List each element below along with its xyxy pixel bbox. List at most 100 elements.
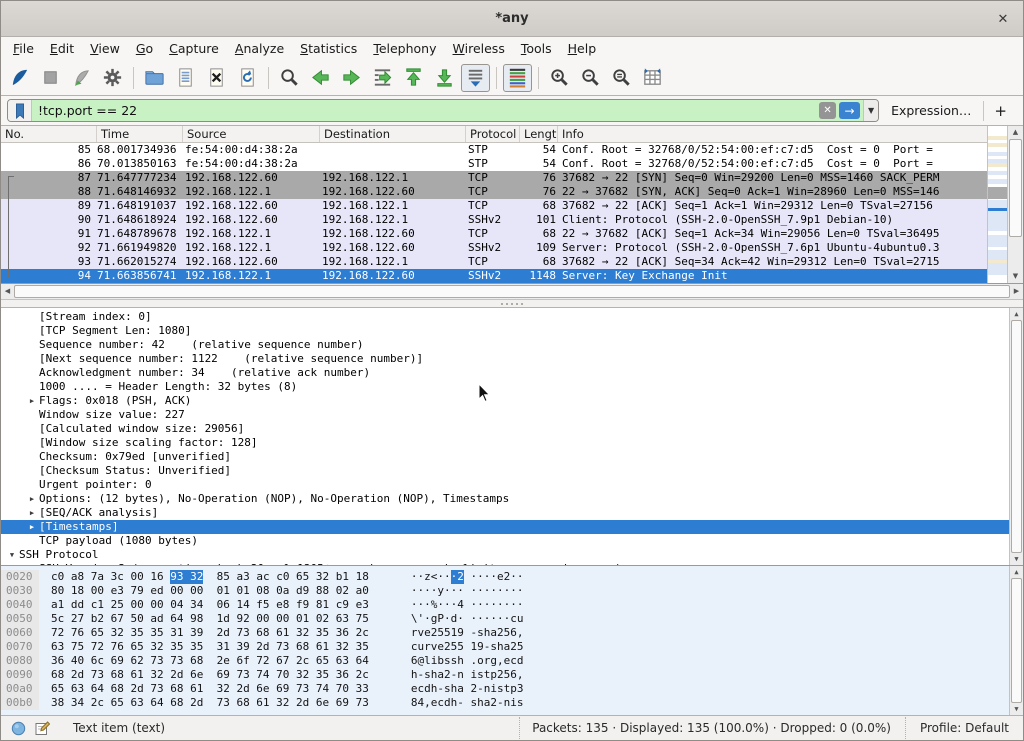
- detail-line[interactable]: 1000 .... = Header Length: 32 bytes (8): [1, 380, 1023, 394]
- hex-bytes[interactable]: 68 2d 73 68 61 32 2d 6e: [51, 668, 203, 682]
- packet-row[interactable]: 8771.647777234192.168.122.60192.168.122.…: [1, 171, 987, 185]
- go-to-bottom-button[interactable]: [430, 64, 459, 92]
- ascii-bytes[interactable]: ecdh-sha: [411, 682, 464, 696]
- scroll-down-icon[interactable]: ▼: [1008, 270, 1023, 283]
- packet-list-hscrollbar[interactable]: ◀ ▶: [1, 284, 1023, 300]
- detail-line[interactable]: ▼SSH Protocol: [1, 548, 1023, 562]
- hex-bytes[interactable]: 36 40 6c 69 62 73 73 68: [51, 654, 203, 668]
- ascii-bytes[interactable]: ······cu: [464, 612, 524, 626]
- restart-capture-button[interactable]: [67, 64, 96, 92]
- expand-arrow-icon[interactable]: ▶: [25, 506, 39, 520]
- detail-line[interactable]: Urgent pointer: 0: [1, 478, 1023, 492]
- start-capture-button[interactable]: [5, 64, 34, 92]
- menu-edit[interactable]: Edit: [42, 39, 82, 58]
- go-forward-button[interactable]: [337, 64, 366, 92]
- profile-selector[interactable]: Profile: Default: [905, 717, 1013, 739]
- stop-capture-button[interactable]: [36, 64, 65, 92]
- hex-bytes[interactable]: a1 dd c1 25 00 00 04 34: [51, 598, 203, 612]
- scroll-up-icon[interactable]: ▲: [1008, 126, 1023, 139]
- hex-bytes[interactable]: c0 a8 7a 3c 00 16: [51, 570, 170, 584]
- reload-file-button[interactable]: [233, 64, 262, 92]
- hex-bytes[interactable]: 1d 92 00 00 01 02 63 75: [203, 612, 369, 626]
- hex-bytes[interactable]: 73 68 61 32 2d 6e 69 73: [203, 696, 369, 710]
- detail-line[interactable]: Window size value: 227: [1, 408, 1023, 422]
- ascii-bytes[interactable]: -sha256,: [464, 626, 524, 640]
- hex-bytes[interactable]: 32 2d 6e 69 73 74 70 33: [203, 682, 369, 696]
- menu-wireless[interactable]: Wireless: [445, 39, 513, 58]
- collapse-arrow-icon[interactable]: ▼: [5, 548, 19, 562]
- hex-row[interactable]: 009068 2d 73 68 61 32 2d 6e 69 73 74 70 …: [1, 668, 1023, 682]
- go-to-packet-button[interactable]: [368, 64, 397, 92]
- scroll-left-icon[interactable]: ◀: [1, 284, 14, 299]
- hex-bytes[interactable]: 65 63 64 68 2d 73 68 61: [51, 682, 203, 696]
- hex-bytes[interactable]: 2d 73 68 61 32 35 36 2c: [203, 626, 369, 640]
- detail-line[interactable]: ▶Flags: 0x018 (PSH, ACK): [1, 394, 1023, 408]
- filter-dropdown-caret[interactable]: ▼: [863, 100, 878, 121]
- ascii-bytes[interactable]: rve25519: [411, 626, 464, 640]
- scroll-down-icon[interactable]: ▼: [1010, 703, 1023, 715]
- hex-bytes[interactable]: 01 01 08 0a d9 88 02 a0: [203, 584, 369, 598]
- filter-bookmark-button[interactable]: [8, 100, 32, 121]
- packet-row-selected[interactable]: 9471.663856741192.168.122.1192.168.122.6…: [1, 269, 987, 283]
- column-header-length[interactable]: Length: [520, 126, 558, 142]
- detail-line[interactable]: [TCP Segment Len: 1080]: [1, 324, 1023, 338]
- details-vscrollbar[interactable]: ▲ ▼: [1009, 308, 1023, 565]
- save-file-button[interactable]: [171, 64, 200, 92]
- detail-line[interactable]: ▶Options: (12 bytes), No-Operation (NOP)…: [1, 492, 1023, 506]
- menu-view[interactable]: View: [82, 39, 128, 58]
- column-header-destination[interactable]: Destination: [320, 126, 466, 142]
- packet-row[interactable]: 8871.648146932192.168.122.1192.168.122.6…: [1, 185, 987, 199]
- scroll-up-icon[interactable]: ▲: [1010, 566, 1023, 578]
- zoom-out-button[interactable]: [576, 64, 605, 92]
- bytes-vscrollbar[interactable]: ▲ ▼: [1009, 566, 1023, 715]
- detail-line[interactable]: [Next sequence number: 1122 (relative se…: [1, 352, 1023, 366]
- column-header-info[interactable]: Info: [558, 126, 987, 142]
- menu-capture[interactable]: Capture: [161, 39, 227, 58]
- hex-row[interactable]: 006072 76 65 32 35 35 31 39 2d 73 68 61 …: [1, 626, 1023, 640]
- colorize-packets-button[interactable]: [503, 64, 532, 92]
- hex-row[interactable]: 0020c0 a8 7a 3c 00 16 93 32 85 a3 ac c0 …: [1, 570, 1023, 584]
- ascii-bytes-highlight[interactable]: ·2: [451, 570, 464, 584]
- hex-bytes[interactable]: 5c 27 b2 67 50 ad 64 98: [51, 612, 203, 626]
- ascii-bytes[interactable]: ····e2··: [464, 570, 524, 584]
- menu-go[interactable]: Go: [128, 39, 161, 58]
- menu-telephony[interactable]: Telephony: [365, 39, 444, 58]
- filter-text[interactable]: !tcp.port == 22: [32, 103, 819, 118]
- capture-comment-icon[interactable]: [35, 721, 50, 736]
- detail-line[interactable]: Checksum: 0x79ed [unverified]: [1, 450, 1023, 464]
- scroll-up-icon[interactable]: ▲: [1010, 308, 1023, 320]
- go-to-top-button[interactable]: [399, 64, 428, 92]
- ascii-bytes[interactable]: 2-nistp3: [464, 682, 524, 696]
- detail-line[interactable]: [Window size scaling factor: 128]: [1, 436, 1023, 450]
- detail-line[interactable]: ▶[SEQ/ACK analysis]: [1, 506, 1023, 520]
- close-file-button[interactable]: [202, 64, 231, 92]
- detail-line[interactable]: [Stream index: 0]: [1, 310, 1023, 324]
- close-icon[interactable]: ✕: [994, 11, 1012, 29]
- auto-scroll-button[interactable]: [461, 64, 490, 92]
- hex-row[interactable]: 003080 18 00 e3 79 ed 00 00 01 01 08 0a …: [1, 584, 1023, 598]
- packet-row[interactable]: 8971.648191037192.168.122.60192.168.122.…: [1, 199, 987, 213]
- hex-row[interactable]: 008036 40 6c 69 62 73 73 68 2e 6f 72 67 …: [1, 654, 1023, 668]
- ascii-bytes[interactable]: ··z<··: [411, 570, 451, 584]
- column-header-source[interactable]: Source: [183, 126, 320, 142]
- open-file-button[interactable]: [140, 64, 169, 92]
- vscroll-thumb[interactable]: [1009, 139, 1022, 237]
- detail-line[interactable]: Sequence number: 42 (relative sequence n…: [1, 338, 1023, 352]
- find-packet-button[interactable]: [275, 64, 304, 92]
- detail-line[interactable]: [Calculated window size: 29056]: [1, 422, 1023, 436]
- hex-bytes[interactable]: 2e 6f 72 67 2c 65 63 64: [203, 654, 369, 668]
- hex-bytes[interactable]: 69 73 74 70 32 35 36 2c: [203, 668, 369, 682]
- packet-row[interactable]: 9371.662015274192.168.122.60192.168.122.…: [1, 255, 987, 269]
- ascii-bytes[interactable]: 6@libssh: [411, 654, 464, 668]
- packet-row[interactable]: 9071.648618924192.168.122.60192.168.122.…: [1, 213, 987, 227]
- vscroll-thumb[interactable]: [1011, 320, 1022, 553]
- ascii-bytes[interactable]: ········: [464, 584, 524, 598]
- packet-row[interactable]: 8568.001734936fe:54:00:d4:38:2aSTP54Conf…: [1, 143, 987, 157]
- hex-row[interactable]: 00a065 63 64 68 2d 73 68 61 32 2d 6e 69 …: [1, 682, 1023, 696]
- scroll-right-icon[interactable]: ▶: [1010, 284, 1023, 299]
- hex-row[interactable]: 0040a1 dd c1 25 00 00 04 34 06 14 f5 e8 …: [1, 598, 1023, 612]
- ascii-bytes[interactable]: 19-sha25: [464, 640, 524, 654]
- hex-bytes[interactable]: 85 a3 ac c0 65 32 b1 18: [203, 570, 369, 584]
- scroll-down-icon[interactable]: ▼: [1010, 553, 1023, 565]
- packet-list-vscrollbar[interactable]: ▲ ▼: [1007, 126, 1023, 283]
